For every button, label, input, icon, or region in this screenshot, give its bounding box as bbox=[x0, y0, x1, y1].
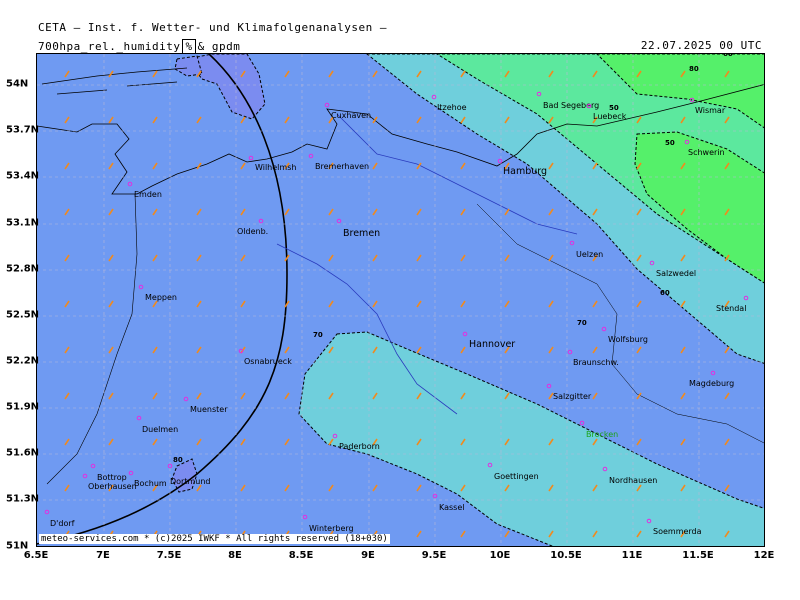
field-label: 700hpa_rel._humidity bbox=[38, 40, 181, 53]
y-tick-label: 51.9N bbox=[6, 401, 40, 413]
y-tick-label: 53.1N bbox=[6, 217, 40, 229]
unit-label: % bbox=[182, 39, 196, 54]
city-label: Wilhelmsh bbox=[255, 163, 296, 172]
x-tick-label: 9E bbox=[361, 550, 375, 561]
x-tick-label: 11.5E bbox=[682, 550, 714, 561]
city-label: Braunschw. bbox=[573, 358, 619, 367]
contour-label: 60 bbox=[660, 289, 670, 297]
map-frame: 70 70 60 60 50 50 80 80 Itzehoe Bad Segeb… bbox=[36, 53, 765, 547]
city-label: Schwerin bbox=[688, 148, 725, 157]
city-label: Soemmerda bbox=[653, 527, 702, 536]
city-label: Oberhausen bbox=[88, 482, 137, 491]
city-label: Duelmen bbox=[142, 425, 178, 434]
x-tick-label: 10E bbox=[489, 550, 511, 561]
x-tick-label: 8E bbox=[228, 550, 242, 561]
y-tick-label: 54N bbox=[6, 78, 29, 90]
contour-label: 70 bbox=[577, 319, 587, 327]
contour-label: 60 bbox=[723, 54, 733, 58]
city-label: Dortmund bbox=[170, 477, 211, 486]
city-label: Paderborn bbox=[339, 442, 380, 451]
x-tick-label: 7.5E bbox=[156, 550, 182, 561]
city-label: Nordhausen bbox=[609, 476, 657, 485]
copyright-notice: meteo-services.com * (c)2025 IWKF * All … bbox=[39, 534, 390, 544]
map-canvas: 70 70 60 60 50 50 80 80 Itzehoe Bad Segeb… bbox=[37, 54, 764, 546]
city-label: Muenster bbox=[190, 405, 228, 414]
suffix-label: & gpdm bbox=[197, 40, 241, 53]
y-tick-label: 51.6N bbox=[6, 447, 40, 459]
x-tick-label: 7E bbox=[96, 550, 110, 561]
city-label: Magdeburg bbox=[689, 379, 734, 388]
x-tick-label: 6.5E bbox=[23, 550, 49, 561]
city-label: Bochum bbox=[134, 479, 167, 488]
datestamp: 22.07.2025 00 UTC bbox=[640, 39, 762, 52]
y-tick-label: 51.3N bbox=[6, 493, 40, 505]
city-label: Salzwedel bbox=[656, 269, 696, 278]
y-tick-label: 53.4N bbox=[6, 170, 40, 182]
y-tick-label: 52.2N bbox=[6, 355, 40, 367]
city-label: Wolfsburg bbox=[608, 335, 648, 344]
contour-label: 50 bbox=[609, 104, 619, 112]
city-label: Luebeck bbox=[593, 112, 627, 121]
city-label: Oldenb. bbox=[237, 227, 268, 236]
city-label: Hannover bbox=[469, 339, 515, 350]
city-label: Itzehoe bbox=[437, 103, 467, 112]
city-label: Uelzen bbox=[576, 250, 603, 259]
city-label: Salzgitter bbox=[553, 392, 592, 401]
city-label: D'dorf bbox=[50, 519, 75, 528]
city-label: Kassel bbox=[439, 503, 465, 512]
x-tick-label: 8.5E bbox=[288, 550, 314, 561]
x-tick-label: 10.5E bbox=[550, 550, 582, 561]
map-subtitle: 700hpa_rel._humidity% & gpdm bbox=[38, 39, 240, 54]
city-label: Brocken bbox=[586, 430, 618, 439]
city-label: Goettingen bbox=[494, 472, 539, 481]
x-tick-label: 12E bbox=[753, 550, 775, 561]
city-label: Bremen bbox=[343, 228, 380, 239]
city-label: Osnabrueck bbox=[244, 357, 292, 366]
x-tick-label: 11E bbox=[621, 550, 643, 561]
y-tick-label: 52.5N bbox=[6, 309, 40, 321]
map-title: CETA — Inst. f. Wetter- und Klimafolgena… bbox=[38, 21, 388, 34]
city-label: Meppen bbox=[145, 293, 177, 302]
contour-label: 80 bbox=[173, 456, 183, 464]
x-tick-label: 9.5E bbox=[421, 550, 447, 561]
y-tick-label: 51N bbox=[6, 540, 29, 552]
city-label: Emden bbox=[134, 190, 162, 199]
y-tick-label: 52.8N bbox=[6, 263, 40, 275]
city-label: Bremerhaven bbox=[315, 162, 369, 171]
city-label: Bottrop bbox=[97, 473, 127, 482]
y-tick-label: 53.7N bbox=[6, 124, 40, 136]
city-label: Winterberg bbox=[309, 524, 354, 533]
city-label: Stendal bbox=[716, 304, 746, 313]
city-label: Cuxhaven bbox=[331, 111, 371, 120]
city-label: Hamburg bbox=[503, 166, 547, 177]
city-label: Wismar bbox=[695, 106, 726, 115]
contour-label: 80 bbox=[689, 65, 699, 73]
contour-label: 50 bbox=[665, 139, 675, 147]
contour-label: 70 bbox=[313, 331, 323, 339]
